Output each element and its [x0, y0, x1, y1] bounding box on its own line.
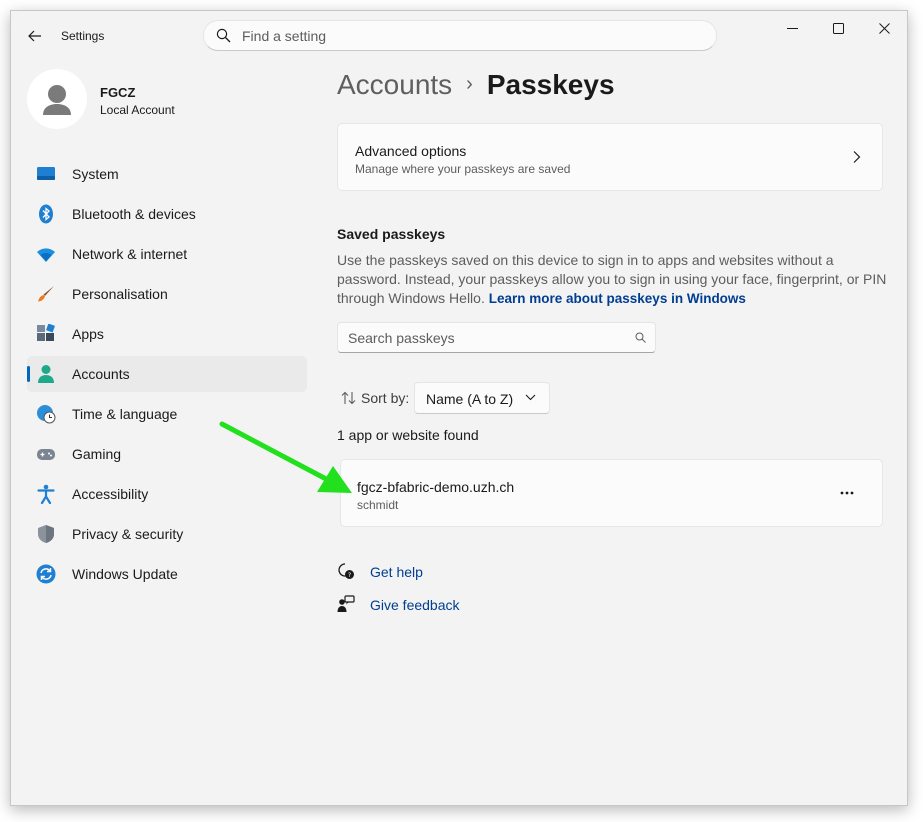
search-icon — [635, 332, 646, 343]
sidebar-item-label: Gaming — [72, 446, 122, 462]
annotation-arrow-icon — [219, 421, 352, 493]
feedback-icon — [337, 595, 355, 612]
back-button[interactable] — [23, 25, 47, 47]
sidebar-item-apps[interactable]: Apps — [27, 316, 307, 352]
more-options-button[interactable] — [829, 478, 865, 508]
saved-passkeys-description: Use the passkeys saved on this device to… — [337, 251, 887, 308]
breadcrumb: Accounts › Passkeys — [337, 69, 615, 101]
user-avatar-icon — [43, 85, 71, 115]
sidebar-item-label: Time & language — [72, 406, 178, 422]
close-button[interactable] — [861, 11, 907, 45]
avatar[interactable] — [27, 69, 87, 129]
windows-update-icon — [36, 564, 56, 584]
account-type: Local Account — [100, 103, 175, 117]
minimize-button[interactable] — [769, 11, 815, 45]
sidebar-item-label: Accounts — [72, 366, 130, 382]
app-title: Settings — [61, 29, 105, 43]
sidebar-item-accounts[interactable]: Accounts — [27, 356, 307, 392]
globe-clock-icon — [37, 405, 56, 424]
maximize-icon — [832, 22, 844, 34]
saved-passkeys-heading: Saved passkeys — [337, 226, 446, 242]
back-arrow-icon — [28, 30, 41, 42]
page-title: Passkeys — [486, 69, 615, 100]
sort-icon — [341, 391, 356, 405]
chevron-right-icon — [853, 151, 861, 163]
passkey-site: fgcz-bfabric-demo.uzh.ch — [357, 479, 515, 495]
sort-dropdown-value: Name (A to Z) — [426, 391, 514, 407]
sidebar-item-label: Bluetooth & devices — [72, 206, 196, 222]
sidebar-item-privacy-security[interactable]: Privacy & security — [27, 516, 307, 552]
passkey-username: schmidt — [357, 498, 399, 512]
breadcrumb-parent[interactable]: Accounts — [337, 69, 452, 100]
svg-text:?: ? — [348, 571, 351, 579]
gamepad-icon — [37, 449, 55, 460]
learn-more-link[interactable]: Learn more about passkeys in Windows — [489, 291, 746, 306]
advanced-options-subtitle: Manage where your passkeys are saved — [355, 162, 571, 176]
search-icon — [216, 28, 231, 43]
result-count: 1 app or website found — [337, 427, 479, 443]
sidebar-item-network[interactable]: Network & internet — [27, 236, 307, 272]
sidebar-item-label: Windows Update — [72, 566, 178, 582]
give-feedback-link[interactable]: Give feedback — [370, 597, 460, 613]
sidebar-item-label: Network & internet — [72, 246, 188, 262]
advanced-options-title: Advanced options — [355, 143, 467, 159]
sort-label: Sort by: — [361, 390, 410, 406]
selection-indicator — [27, 366, 30, 382]
sidebar-item-label: Accessibility — [72, 486, 149, 502]
maximize-button[interactable] — [815, 11, 861, 45]
help-icon: ? — [338, 563, 354, 579]
advanced-options-card[interactable]: Advanced options Manage where your passk… — [337, 123, 883, 191]
sidebar-item-windows-update[interactable]: Windows Update — [27, 556, 307, 592]
sidebar-item-system[interactable]: System — [27, 156, 307, 192]
sidebar-item-personalisation[interactable]: Personalisation — [27, 276, 307, 312]
apps-icon — [37, 324, 55, 341]
passkey-search-input[interactable] — [348, 323, 628, 352]
sidebar-item-label: System — [72, 166, 119, 182]
accessibility-icon — [37, 484, 55, 504]
get-help-link[interactable]: Get help — [370, 564, 423, 580]
minimize-icon — [786, 27, 798, 29]
system-icon — [37, 167, 55, 180]
search-input[interactable] — [242, 21, 702, 50]
passkey-search-box[interactable] — [337, 322, 656, 353]
sidebar-item-label: Privacy & security — [72, 526, 184, 542]
brush-icon — [38, 286, 54, 302]
sort-dropdown[interactable]: Name (A to Z) — [414, 382, 550, 414]
settings-window: Settings FGCZ Local Account System Bluet… — [10, 10, 908, 806]
settings-search-box[interactable] — [203, 20, 717, 51]
close-icon — [878, 22, 890, 34]
passkey-item: fgcz-bfabric-demo.uzh.ch schmidt — [340, 459, 883, 527]
sidebar-item-label: Apps — [72, 326, 104, 342]
sidebar-item-label: Personalisation — [72, 286, 168, 302]
sidebar-item-bluetooth[interactable]: Bluetooth & devices — [27, 196, 307, 232]
more-icon — [840, 491, 854, 495]
user-name: FGCZ — [100, 85, 136, 100]
wifi-icon — [37, 248, 55, 262]
shield-icon — [38, 525, 54, 543]
accounts-icon — [38, 365, 54, 383]
breadcrumb-separator: › — [466, 73, 473, 95]
bluetooth-icon — [39, 204, 53, 224]
chevron-down-icon — [525, 394, 536, 401]
